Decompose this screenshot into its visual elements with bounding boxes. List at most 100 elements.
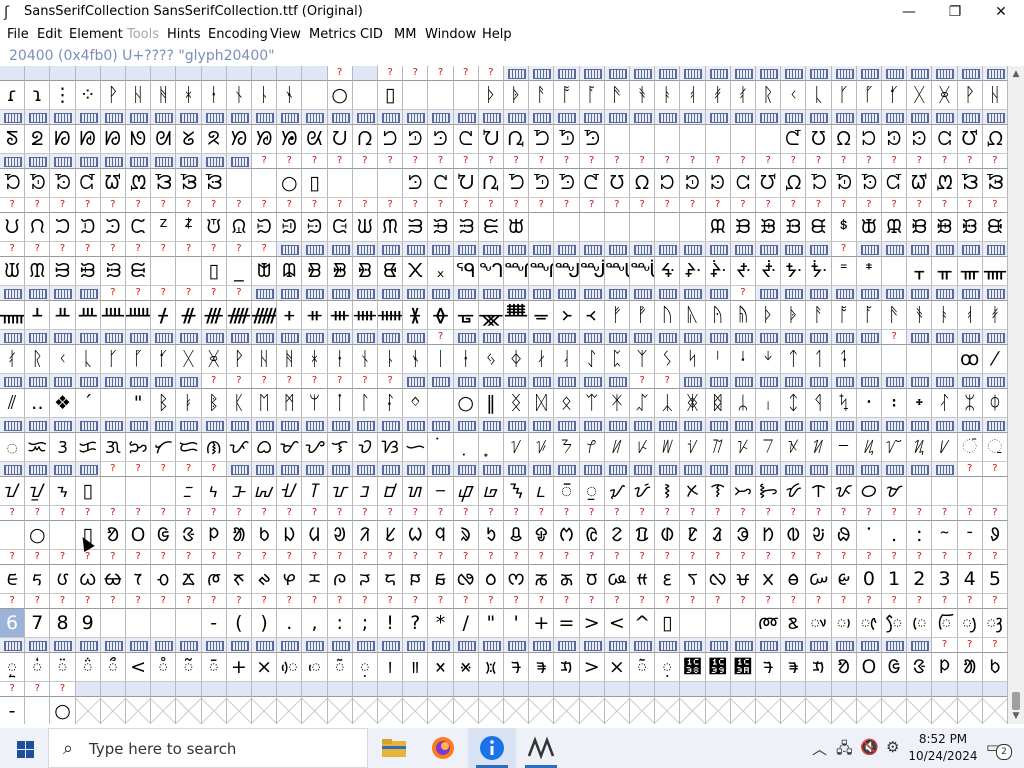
glyph-cell[interactable]: ᰢ [756,609,782,638]
glyph-cell[interactable]: ᚸ [201,345,227,374]
glyph-cell[interactable]: ᚲ [781,81,807,110]
glyph-cell[interactable]: ᙩ [302,257,328,286]
glyph-cell[interactable]: ᜰ [907,433,933,462]
glyph-cell[interactable]: ᰦ [856,609,882,638]
glyph-cell[interactable]: ᙽ [806,257,832,286]
glyph-cell[interactable]: ᚺ [126,81,152,110]
glyph-cell[interactable]: ᛟ [554,389,580,418]
glyph-cell[interactable]: ▯ [302,169,328,198]
glyph-cell[interactable]: ᙹ [705,257,731,286]
glyph-cell[interactable]: ᙝ [907,213,933,242]
glyph-cell[interactable] [604,697,630,724]
glyph-cell[interactable]: ᜢ [554,433,580,462]
glyph-cell[interactable]: ᜂ [50,433,76,462]
glyph-cell[interactable]: ᜔ [478,433,504,462]
glyph-cell[interactable]: ᰼ [403,653,429,682]
glyph-cell[interactable] [655,125,681,154]
glyph-cell[interactable]: ᰽ [428,653,454,682]
glyph-cell[interactable]: ᙱ [504,257,530,286]
glyph-cell[interactable]: ᙕ [705,213,731,242]
glyph-cell[interactable]: ᛣ [655,389,681,418]
glyph-cell[interactable]: ᜣ [579,433,605,462]
glyph-cell[interactable]: ᰺ [730,653,756,682]
glyph-cell[interactable]: ᜬ [806,433,832,462]
glyph-cell[interactable] [730,609,756,638]
glyph-cell[interactable]: ( [226,609,252,638]
glyph-cell[interactable]: ᝥ [730,477,756,506]
glyph-cell[interactable]: ᰓ [478,565,504,594]
glyph-cell[interactable]: ᱜ [882,653,908,682]
glyph-cell[interactable]: ᚘ [478,301,504,330]
glyph-cell[interactable]: ᚲ [50,345,76,374]
glyph-cell[interactable]: ᛩ [806,389,832,418]
glyph-cell[interactable]: ᚂ [932,257,958,286]
glyph-cell[interactable]: ᜇ [176,433,202,462]
glyph-cell[interactable]: ᰆ [151,565,177,594]
glyph-cell[interactable]: ᚶ [882,81,908,110]
glyph-cell[interactable]: ᜧ [680,433,706,462]
notification-center-button[interactable]: ▭ 2 [986,738,1012,760]
glyph-cell[interactable] [907,477,933,506]
glyph-cell[interactable]: ᚃ [957,257,983,286]
glyph-cell[interactable]: ᙂ [50,213,76,242]
glyph-cell[interactable]: ᛅ [529,345,555,374]
glyph-cell[interactable]: ᚑ [302,301,328,330]
glyph-cell[interactable]: ᰘ [604,565,630,594]
glyph-cell[interactable] [252,169,278,198]
glyph-cell[interactable] [378,169,404,198]
glyph-cell[interactable] [882,697,908,724]
glyph-cell[interactable]: ᛁ [428,345,454,374]
glyph-cell[interactable]: ᚈ [75,301,101,330]
glyph-cell[interactable]: ᛦ [730,389,756,418]
glyph-cell[interactable]: ᝪ [856,477,882,506]
glyph-cell[interactable]: ᜮ [856,433,882,462]
glyph-cell[interactable]: ᙁ [25,213,51,242]
glyph-cell[interactable]: ꝏ [957,345,983,374]
glyph-cell[interactable]: ᚛ [554,301,580,330]
glyph-cell[interactable] [705,697,731,724]
glyph-cell[interactable]: ᱤ [352,521,378,550]
glyph-cell[interactable]: ᰸ [680,653,706,682]
glyph-cell[interactable]: ᘖ [25,125,51,154]
vertical-scrollbar[interactable]: ▲ ▼ [1008,66,1024,724]
glyph-cell[interactable]: ᱝ [907,653,933,682]
glyph-cell[interactable]: ᝣ [680,477,706,506]
menu-mm[interactable]: MM [394,27,416,42]
glyph-cell[interactable] [932,477,958,506]
glyph-cell[interactable] [604,125,630,154]
glyph-cell[interactable] [680,125,706,154]
glyph-cell[interactable]: ⁘ [75,81,101,110]
glyph-cell[interactable]: 3 [932,565,958,594]
glyph-cell[interactable]: ᜉ [226,433,252,462]
glyph-cell[interactable]: ᱼ [957,521,983,550]
volume-muted-icon[interactable]: 🔇 [860,738,879,756]
glyph-cell[interactable]: ᜦ [655,433,681,462]
glyph-cell[interactable]: ᘧ [453,125,479,154]
glyph-cell[interactable]: + [529,609,555,638]
glyph-cell[interactable]: < [604,609,630,638]
glyph-cell[interactable]: ᝢ [655,477,681,506]
glyph-cell[interactable]: ᙈ [201,213,227,242]
glyph-cell[interactable]: ᚸ [932,81,958,110]
glyph-cell[interactable]: ᘦ [428,125,454,154]
glyph-cell[interactable]: ᱍ [756,653,782,682]
glyph-cell[interactable]: ᚶ [151,345,177,374]
glyph-cell[interactable]: ᰝ [730,565,756,594]
glyph-cell[interactable]: ᜤ [604,433,630,462]
glyph-cell[interactable]: ᰌ [302,565,328,594]
glyph-cell[interactable]: ᝃ [176,477,202,506]
glyph-cell[interactable]: ᰚ [655,565,681,594]
glyph-cell[interactable] [932,697,958,724]
glyph-cell[interactable]: ○ [327,81,353,110]
glyph-cell[interactable]: ᛘ [302,389,328,418]
glyph-cell[interactable]: ᘴ [756,169,782,198]
glyph-cell[interactable] [856,345,882,374]
glyph-cell[interactable]: ᛯ [957,389,983,418]
glyph-cell[interactable]: ᜩ [730,433,756,462]
glyph-cell[interactable]: ᰹ [705,653,731,682]
glyph-cell[interactable]: ᰖ [554,565,580,594]
glyph-cell[interactable] [75,697,101,724]
glyph-cell[interactable]: / [453,609,479,638]
glyph-cell[interactable]: ᜯ [882,433,908,462]
glyph-cell[interactable]: ᘪ [529,125,555,154]
